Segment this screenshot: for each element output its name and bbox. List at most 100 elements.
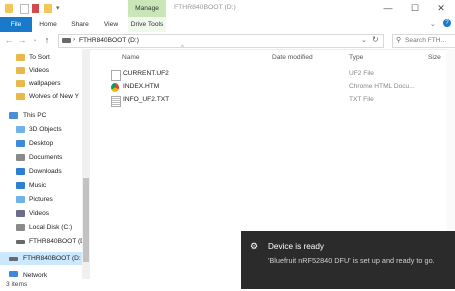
help-icon[interactable]: ? (443, 19, 451, 27)
file-type: UF2 File (349, 70, 374, 77)
file-row[interactable]: INDEX.HTM Chrome HTML Docu... (108, 81, 448, 94)
nav-item-network[interactable]: Network (0, 270, 82, 279)
forward-arrow-icon[interactable]: → (17, 34, 27, 46)
folder-icon (16, 80, 25, 87)
nav-item-label: Music (29, 182, 47, 189)
folder-icon (5, 4, 13, 13)
text-file-icon (111, 96, 121, 107)
nav-item-fthr840boot-1[interactable]: FTHR840BOOT (D (0, 235, 82, 248)
folder-icon (16, 54, 25, 61)
tab-view[interactable]: View (98, 17, 124, 32)
videos-icon (16, 210, 25, 217)
address-row: ← → ⌄ ↑ › FTHR840BOOT (D:) ⌄ ↻ ⚲ Search … (0, 32, 455, 50)
pictures-icon (16, 196, 25, 203)
file-row[interactable]: INFO_UF2.TXT TXT File (108, 94, 448, 107)
recent-locations-icon[interactable]: ⌄ (30, 34, 40, 46)
settings-gear-icon: ⚙ (250, 241, 259, 251)
refresh-icon[interactable]: ↻ (372, 35, 379, 44)
disk-icon (16, 224, 25, 231)
minimize-button[interactable]: — (378, 3, 398, 14)
column-header-date[interactable]: Date modified (272, 52, 313, 64)
nav-item-local-disk[interactable]: Local Disk (C:) (0, 221, 82, 234)
nav-item-this-pc[interactable]: This PC (0, 109, 82, 122)
nav-item-label: Pictures (29, 196, 53, 203)
tab-file[interactable]: File (0, 17, 32, 32)
documents-icon (16, 154, 25, 161)
nav-item-pictures[interactable]: Pictures (0, 193, 82, 206)
tab-share[interactable]: Share (66, 17, 94, 32)
search-icon: ⚲ (396, 37, 402, 44)
folder-icon (16, 67, 25, 74)
address-dropdown-icon[interactable]: ⌄ (361, 36, 367, 44)
notification-toast[interactable]: ⚙ Device is ready 'Bluefruit nRF52840 DF… (241, 231, 455, 289)
quick-access-dropdown-icon[interactable]: ▾ (56, 4, 60, 12)
navigation-pane: To Sort Videos wallpapers Wolves of New … (0, 49, 90, 279)
address-bar[interactable]: › FTHR840BOOT (D:) ⌄ ↻ (58, 34, 384, 48)
chrome-icon (111, 83, 119, 92)
nav-item-music[interactable]: Music (0, 179, 82, 192)
file-name: CURRENT.UF2 (123, 70, 169, 77)
file-type: Chrome HTML Docu... (349, 83, 415, 90)
search-placeholder: Search FTH... (405, 37, 447, 44)
network-icon (9, 271, 18, 277)
nav-item-label: Videos (29, 67, 50, 74)
folder-icon (16, 93, 25, 100)
nav-item-videos-qa[interactable]: Videos (0, 64, 82, 77)
items-count: 3 items (6, 281, 28, 288)
breadcrumb[interactable]: FTHR840BOOT (D:) (79, 37, 139, 44)
manage-label[interactable]: Manage (128, 0, 166, 17)
nav-item-label: 3D Objects (29, 126, 62, 133)
nav-item-wallpapers[interactable]: wallpapers (0, 77, 82, 90)
checkbox-icon[interactable] (20, 4, 29, 14)
music-icon (16, 182, 25, 189)
sort-chevron-icon: ^ (181, 45, 184, 51)
file-icon (111, 70, 121, 81)
nav-item-label: This PC (23, 112, 47, 119)
window-title: FTHR840BOOT (D:) (174, 4, 236, 11)
back-arrow-icon[interactable]: ← (4, 34, 14, 46)
file-name: INFO_UF2.TXT (123, 96, 170, 103)
column-header-size[interactable]: Size (428, 52, 441, 64)
nav-item-label: To Sort (29, 54, 50, 61)
nav-item-label: Videos (29, 210, 50, 217)
nav-item-to-sort[interactable]: To Sort (0, 51, 82, 64)
nav-item-downloads[interactable]: Downloads (0, 165, 82, 178)
nav-item-label: FTHR840BOOT (D (29, 238, 82, 245)
download-icon (16, 168, 25, 175)
nav-item-label: FTHR840BOOT (D: (23, 255, 81, 262)
cube-icon (16, 126, 25, 133)
drive-icon (62, 38, 71, 43)
nav-item-label: Downloads (29, 168, 62, 175)
pin-icon[interactable] (32, 4, 39, 13)
breadcrumb-sep-icon: › (73, 36, 76, 43)
nav-scrollbar-thumb[interactable] (83, 178, 89, 262)
file-name: INDEX.HTM (123, 83, 160, 90)
close-button[interactable]: ✕ (431, 3, 451, 14)
column-header-type[interactable]: Type (349, 52, 363, 64)
tab-drive-tools[interactable]: Drive Tools (128, 17, 166, 32)
up-arrow-icon[interactable]: ↑ (42, 34, 52, 46)
nav-item-label: Wolves of New Y (29, 93, 79, 100)
pc-icon (9, 112, 18, 119)
expand-ribbon-icon[interactable]: ⌄ (430, 20, 436, 28)
nav-item-desktop[interactable]: Desktop (0, 137, 82, 150)
file-row[interactable]: CURRENT.UF2 UF2 File (108, 68, 448, 81)
usb-icon (9, 257, 18, 261)
file-type: TXT File (349, 96, 374, 103)
new-folder-icon[interactable] (44, 4, 52, 13)
nav-item-videos[interactable]: Videos (0, 207, 82, 220)
tab-home[interactable]: Home (34, 17, 62, 32)
nav-item-wolves[interactable]: Wolves of New Y (0, 90, 82, 103)
column-header-name[interactable]: Name (122, 52, 140, 64)
nav-item-fthr840boot-2[interactable]: FTHR840BOOT (D: (0, 252, 90, 265)
nav-item-label: Desktop (29, 140, 54, 147)
toast-title: Device is ready (268, 242, 324, 251)
search-input[interactable]: ⚲ Search FTH... (392, 34, 455, 48)
maximize-button[interactable]: ☐ (405, 3, 425, 14)
nav-item-documents[interactable]: Documents (0, 151, 82, 164)
title-bar: ▾ Manage FTHR840BOOT (D:) — ☐ ✕ (0, 0, 455, 17)
usb-icon (16, 240, 25, 244)
nav-item-label: Documents (29, 154, 63, 161)
nav-item-3d-objects[interactable]: 3D Objects (0, 123, 82, 136)
desktop-icon (16, 140, 25, 147)
